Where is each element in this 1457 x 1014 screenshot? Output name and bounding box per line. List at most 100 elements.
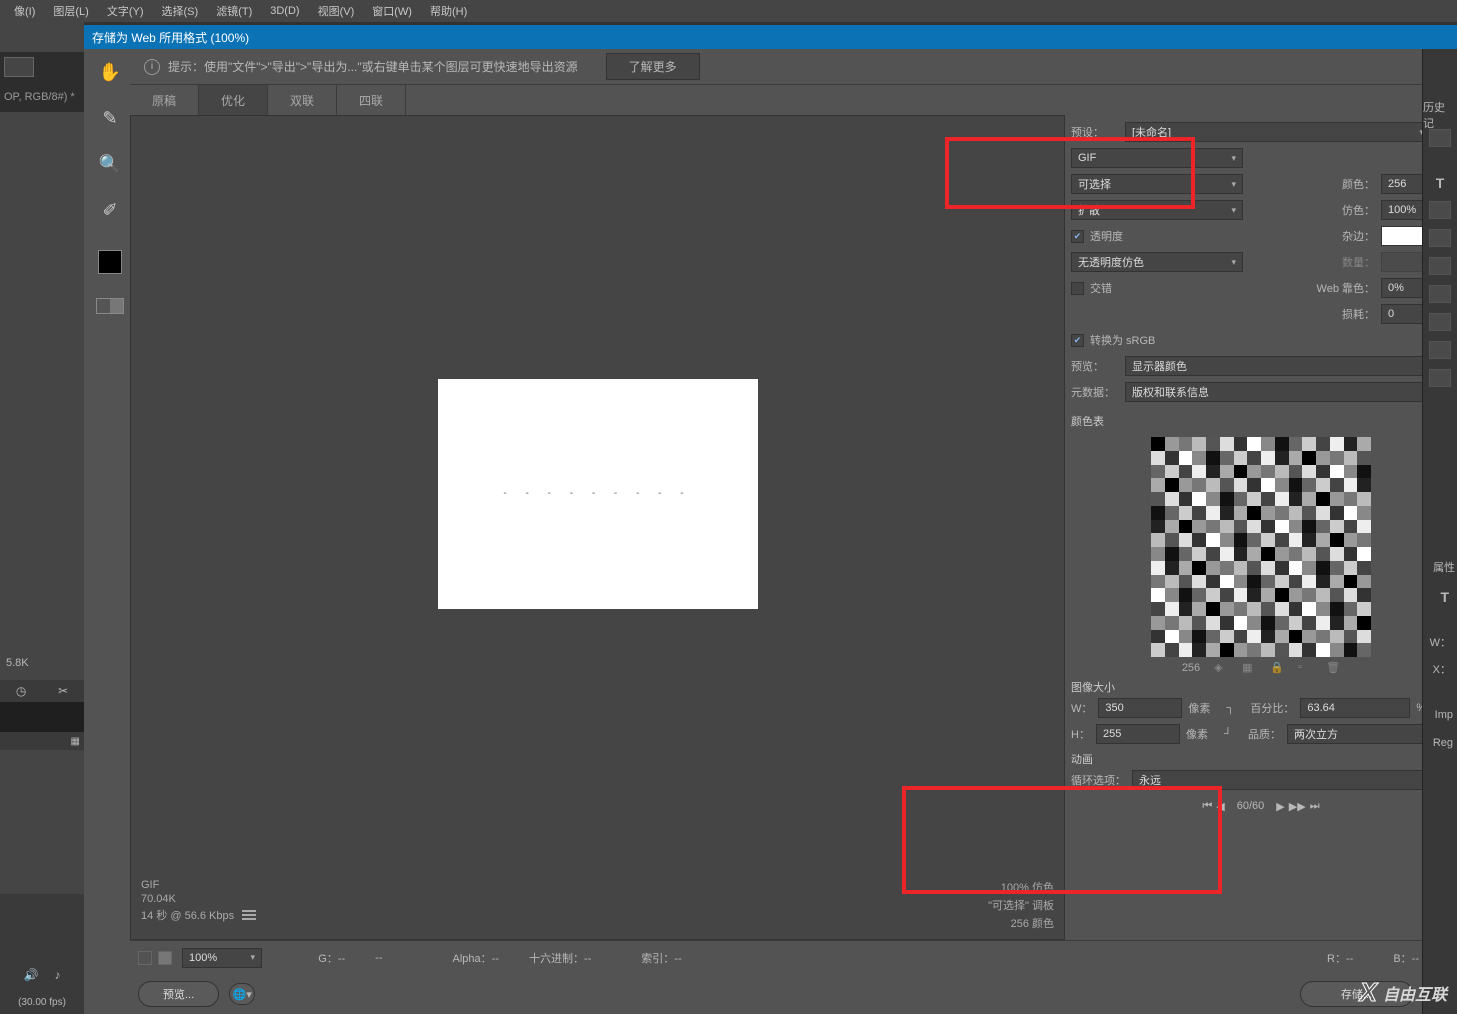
right-panel-dock: 历史记 T 属性 T W： X： Imp Reg	[1422, 49, 1457, 1014]
ct-icon-4[interactable]: ▫	[1298, 661, 1312, 675]
interlaced-checkbox[interactable]	[1071, 282, 1084, 295]
options-panel: 预设： [未命名] GIF 可选择 颜色： 256 扩散 仿色： 100%	[1065, 115, 1457, 940]
zoom-select[interactable]: 100%	[182, 948, 262, 968]
clock-icon[interactable]: ◷	[16, 684, 26, 698]
options-dropdown[interactable]	[4, 57, 34, 77]
watermark-x-icon: X	[1360, 977, 1377, 1008]
loop-label: 循环选项：	[1071, 772, 1126, 788]
dock-t-icon[interactable]: T	[1436, 175, 1445, 191]
menu-filter[interactable]: 滤镜(T)	[216, 3, 252, 19]
music-icon[interactable]: ♪	[54, 968, 60, 982]
dock-icon-6[interactable]	[1429, 313, 1451, 331]
tab-2up[interactable]: 双联	[268, 85, 337, 115]
percent-input[interactable]: 63.64	[1300, 698, 1410, 718]
dock-icon-5[interactable]	[1429, 285, 1451, 303]
scissors-icon[interactable]: ✂	[58, 684, 68, 698]
loop-select[interactable]: 永远	[1132, 770, 1451, 790]
preview-profile-select[interactable]: 显示器颜色	[1125, 356, 1451, 376]
height-input[interactable]: 255	[1096, 724, 1180, 744]
tab-original[interactable]: 原稿	[130, 85, 199, 115]
speaker-icon[interactable]: 🔊	[24, 968, 39, 982]
dock-imp-label[interactable]: Imp	[1435, 709, 1453, 721]
document-tab-bar: OP, RGB/8#) *	[0, 82, 84, 112]
dock-icon-2[interactable]	[1429, 201, 1451, 219]
status-b: --	[375, 952, 382, 964]
dock-icon-1[interactable]	[1429, 129, 1451, 147]
menu-layer[interactable]: 图层(L)	[53, 3, 88, 19]
dock-w-label: W：	[1430, 634, 1451, 650]
hand-tool-icon[interactable]: ✋	[96, 58, 124, 86]
transparency-dither-select[interactable]: 无透明度仿色	[1071, 252, 1243, 272]
slice-tool-icon[interactable]: ✎	[96, 104, 124, 132]
dock-icon-3[interactable]	[1429, 229, 1451, 247]
preview-button[interactable]: 预览...	[138, 981, 219, 1007]
dock-x-label: X：	[1433, 661, 1451, 677]
zoom-tool-icon[interactable]: 🔍	[96, 150, 124, 178]
watermark-text: 自由互联	[1383, 981, 1447, 1005]
ct-icon-1[interactable]: ◈	[1214, 661, 1228, 675]
websnap-label: Web 靠色：	[1317, 280, 1375, 296]
srgb-checkbox[interactable]	[1071, 334, 1084, 347]
dock-icon-8[interactable]	[1429, 369, 1451, 387]
dialog-titlebar: 存储为 Web 所用格式 (100%)	[84, 25, 1457, 49]
learn-more-button[interactable]: 了解更多	[606, 53, 700, 80]
srgb-label: 转换为 sRGB	[1090, 332, 1155, 348]
menu-help[interactable]: 帮助(H)	[430, 3, 467, 19]
link-dimensions-icon-2[interactable]: ┘	[1214, 725, 1242, 743]
format-select[interactable]: GIF	[1071, 148, 1243, 168]
menu-view[interactable]: 视图(V)	[318, 3, 355, 19]
link-dimensions-icon[interactable]: ┐	[1216, 699, 1244, 717]
metadata-select[interactable]: 版权和联系信息	[1125, 382, 1451, 402]
preset-select[interactable]: [未命名]	[1125, 122, 1431, 142]
properties-panel-tab[interactable]: 属性	[1433, 559, 1455, 575]
preview-profile-label: 预览：	[1071, 358, 1119, 374]
panel-icon[interactable]: ▦	[71, 736, 80, 747]
app-menubar[interactable]: 像(I) 图层(L) 文字(Y) 选择(S) 滤镜(T) 3D(D) 视图(V)…	[0, 0, 1457, 22]
document-tab[interactable]: OP, RGB/8#) *	[4, 91, 75, 103]
colortable-count: 256	[1182, 662, 1200, 674]
dock-icon-4[interactable]	[1429, 257, 1451, 275]
frame-play-icon[interactable]: ▶	[1276, 800, 1284, 813]
menu-select[interactable]: 选择(S)	[162, 3, 199, 19]
color-reduction-select[interactable]: 可选择	[1071, 174, 1243, 194]
transparency-checkbox[interactable]	[1071, 230, 1084, 243]
tip-text: 提示：使用"文件">"导出">"导出为..."或右键单击某个图层可更快速地导出资…	[168, 58, 578, 75]
eyedropper-tool-icon[interactable]: ✐	[96, 196, 124, 224]
preview-menu-icon[interactable]	[242, 910, 256, 920]
menu-window[interactable]: 窗口(W)	[372, 3, 412, 19]
status-sq-2[interactable]	[158, 951, 172, 965]
menu-3d[interactable]: 3D(D)	[270, 5, 299, 17]
width-input[interactable]: 350	[1098, 698, 1182, 718]
ct-trash-icon[interactable]: 🗑	[1326, 661, 1340, 675]
frame-next-icon[interactable]: ▶▶	[1289, 800, 1306, 813]
frame-first-icon[interactable]: ⏮	[1202, 800, 1212, 813]
menu-image[interactable]: 像(I)	[14, 3, 35, 19]
preview-canvas[interactable]: - - - - - - - - -	[438, 379, 758, 609]
status-sq-1[interactable]	[138, 951, 152, 965]
browser-preview-button[interactable]: 🌐▾	[229, 983, 255, 1005]
background-app-left: OP, RGB/8#) * 5.8K	[0, 22, 84, 1014]
ct-icon-3[interactable]: 🔒	[1270, 661, 1284, 675]
dock-icon-7[interactable]	[1429, 341, 1451, 359]
menu-type[interactable]: 文字(Y)	[107, 3, 144, 19]
tab-4up[interactable]: 四联	[337, 85, 406, 115]
fps-readout: (30.00 fps)	[18, 997, 66, 1008]
color-table[interactable]	[1151, 437, 1371, 657]
ct-icon-2[interactable]: ▦	[1242, 661, 1256, 675]
dock-reg-label[interactable]: Reg	[1433, 737, 1453, 749]
dither-method-select[interactable]: 扩散	[1071, 200, 1243, 220]
preview-colors-info: 256 颜色	[988, 915, 1054, 931]
history-panel-tab[interactable]: 历史记	[1423, 99, 1455, 131]
eyedropper-color-swatch[interactable]	[98, 250, 122, 274]
dock-t2-icon[interactable]: T	[1440, 589, 1449, 605]
frame-last-icon[interactable]: ⏭	[1310, 800, 1320, 813]
tab-optimized[interactable]: 优化	[199, 85, 268, 115]
bottom-left-controls: 🔊 ♪ (30.00 fps)	[0, 894, 84, 1014]
animation-label: 动画	[1071, 754, 1093, 766]
timeline-panel-fragment: ◷ ✂ ▦	[0, 680, 84, 750]
frame-prev-icon[interactable]: ◀	[1216, 800, 1224, 813]
slice-visibility-toggle[interactable]	[96, 298, 124, 314]
colors-label: 颜色：	[1342, 176, 1375, 192]
amount-label: 数量：	[1342, 254, 1375, 270]
interlaced-label: 交错	[1090, 280, 1112, 296]
